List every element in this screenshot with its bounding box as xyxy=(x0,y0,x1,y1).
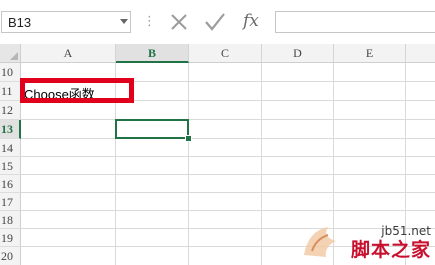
gridline xyxy=(21,138,435,139)
row-header-12[interactable]: 12 xyxy=(0,101,21,120)
cancel-icon[interactable] xyxy=(168,11,190,33)
gridline xyxy=(261,63,262,265)
gridline xyxy=(21,192,435,193)
worksheet-grid: A B C D E 10 11 12 13 14 15 16 17 18 19 … xyxy=(0,44,435,265)
row-header-11[interactable]: 11 xyxy=(0,82,21,101)
watermark: jb51.net 脚本之家 xyxy=(290,215,435,265)
gridline xyxy=(21,174,435,175)
gridline xyxy=(21,210,435,211)
row-header-19[interactable]: 19 xyxy=(0,229,21,247)
row-header-20[interactable]: 20 xyxy=(0,247,21,265)
highlight-box xyxy=(20,78,134,103)
column-header-c[interactable]: C xyxy=(189,44,262,63)
site-logo-icon xyxy=(304,227,336,257)
row-header-17[interactable]: 17 xyxy=(0,193,21,211)
row-header-14[interactable]: 14 xyxy=(0,139,21,157)
row-header-15[interactable]: 15 xyxy=(0,157,21,175)
gridline xyxy=(21,156,435,157)
fill-handle[interactable] xyxy=(185,135,192,142)
column-header-f-partial[interactable] xyxy=(406,44,435,63)
active-cell-b13[interactable] xyxy=(115,119,189,139)
watermark-brand: 脚本之家 xyxy=(350,239,431,261)
insert-function-icon[interactable]: fx xyxy=(243,9,267,33)
row-header-13[interactable]: 13 xyxy=(0,120,21,139)
column-header-d[interactable]: D xyxy=(262,44,334,63)
column-header-a[interactable]: A xyxy=(21,44,116,63)
name-box-dropdown-icon[interactable] xyxy=(120,19,128,24)
column-header-b[interactable]: B xyxy=(116,44,189,63)
row-header-10[interactable]: 10 xyxy=(0,63,21,82)
enter-check-icon[interactable] xyxy=(203,11,227,33)
column-header-e[interactable]: E xyxy=(334,44,406,63)
gridline xyxy=(21,119,435,120)
row-header-18[interactable]: 18 xyxy=(0,211,21,229)
formula-input[interactable] xyxy=(275,11,435,33)
select-all-corner[interactable] xyxy=(0,44,21,63)
gridline xyxy=(188,63,189,265)
row-header-16[interactable]: 16 xyxy=(0,175,21,193)
formula-bar: B13 ⋮ fx xyxy=(0,0,435,45)
formula-bar-separator: ⋮ xyxy=(143,13,156,28)
name-box-value: B13 xyxy=(8,15,32,30)
name-box[interactable]: B13 xyxy=(1,11,131,33)
